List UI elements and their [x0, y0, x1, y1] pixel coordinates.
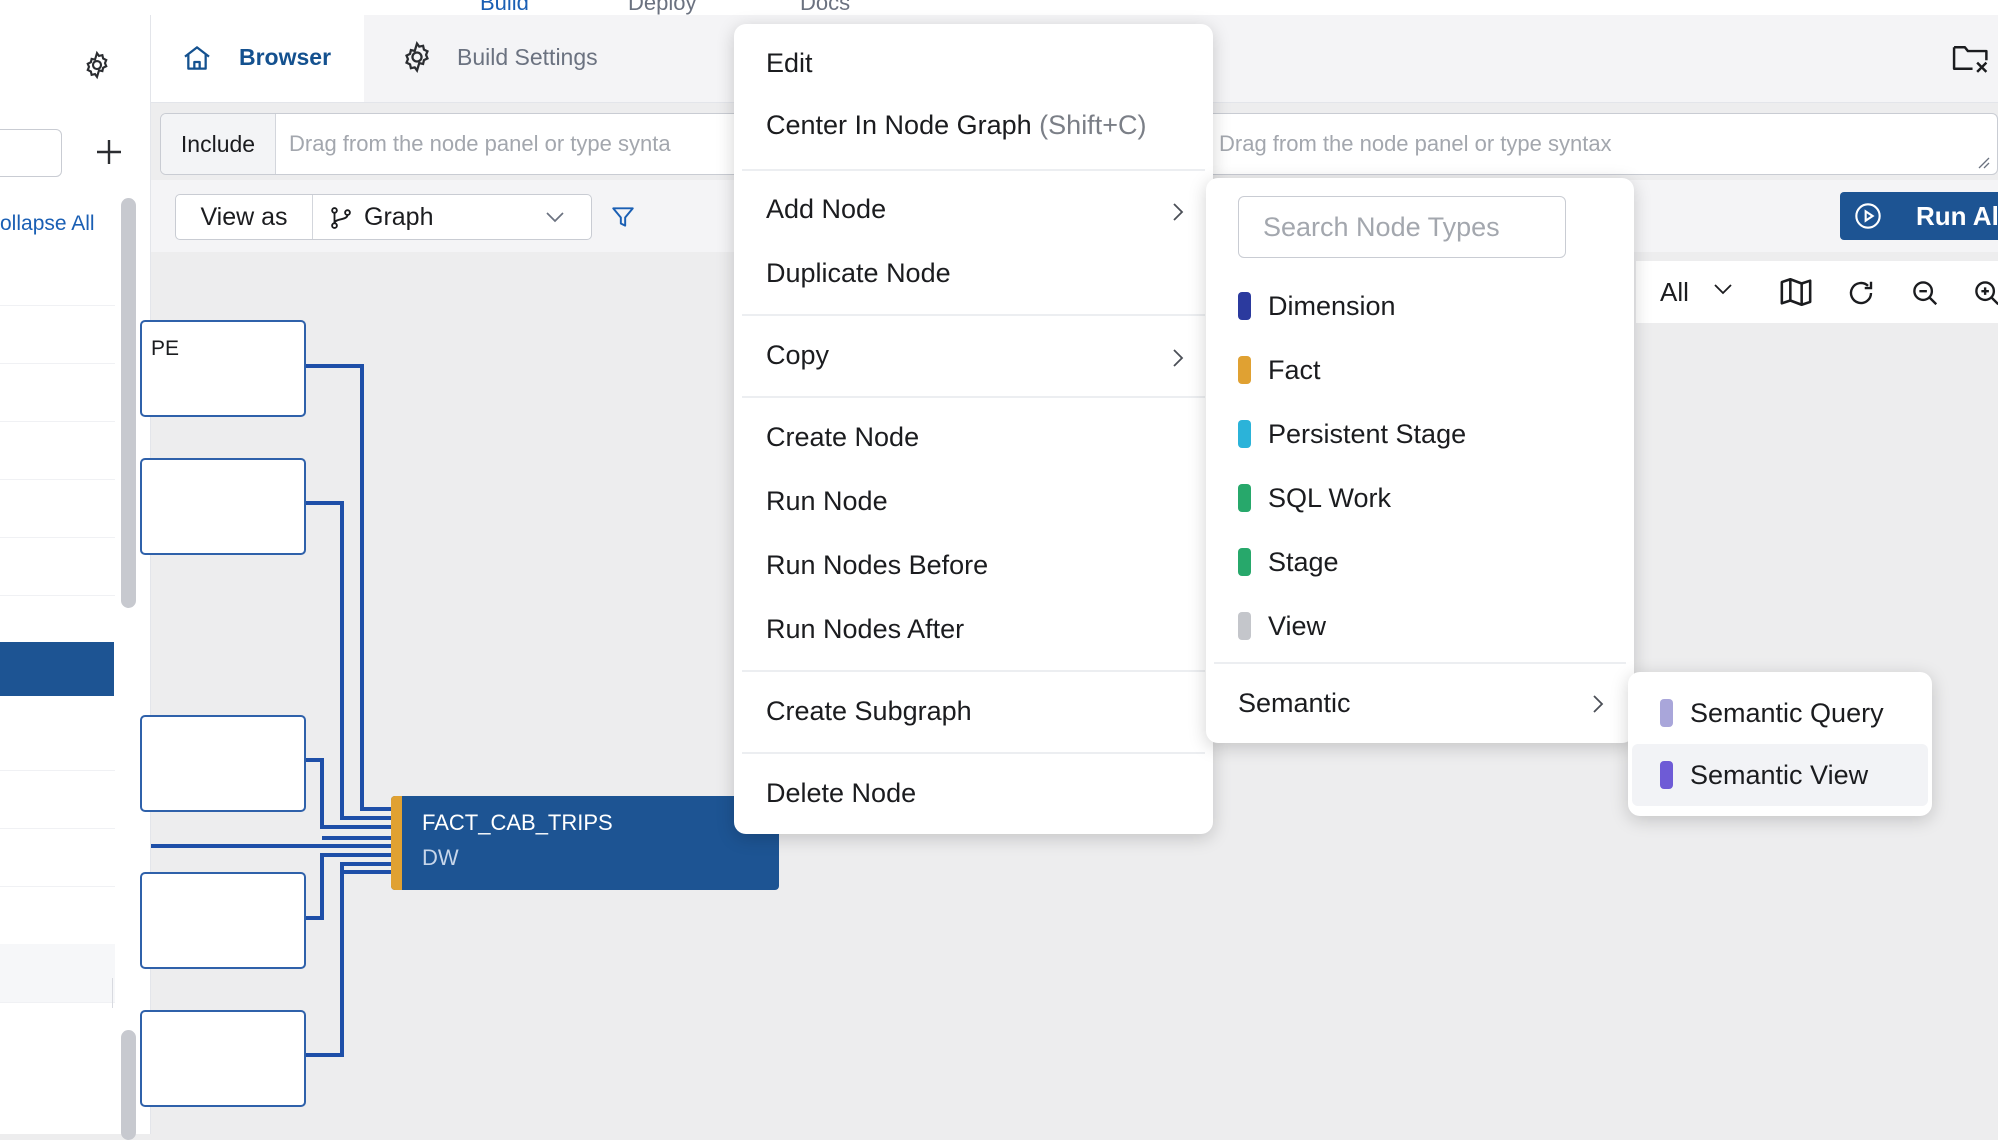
node-type-color-swatch	[1660, 699, 1673, 727]
graph-node-label: PE	[151, 337, 180, 360]
menu-item-add-node[interactable]: Add Node	[766, 194, 886, 225]
graph-node[interactable]	[140, 1010, 306, 1107]
chevron-right-icon	[1173, 349, 1184, 367]
node-type-color-swatch	[1238, 292, 1251, 320]
menu-item-label: Center In Node Graph	[766, 110, 1032, 140]
menu-item-run-node[interactable]: Run Node	[766, 486, 888, 517]
node-type-item-sql-work[interactable]: SQL Work	[1206, 470, 1634, 526]
menu-divider	[742, 169, 1205, 171]
semantic-item-view[interactable]: Semantic View	[1632, 744, 1928, 806]
node-context-menu: Edit Center In Node Graph (Shift+C) Add …	[734, 24, 1213, 834]
node-types-submenu: Search Node Types Dimension Fact Persist…	[1206, 178, 1634, 743]
node-type-item-semantic[interactable]: Semantic	[1206, 674, 1634, 736]
node-type-item-view[interactable]: View	[1206, 598, 1634, 654]
chevron-right-icon	[1593, 695, 1604, 713]
node-type-item-stage[interactable]: Stage	[1206, 534, 1634, 590]
node-type-search-input[interactable]: Search Node Types	[1238, 196, 1566, 258]
menu-divider	[742, 752, 1205, 754]
graph-node[interactable]	[140, 320, 306, 417]
node-type-label: SQL Work	[1268, 483, 1392, 513]
graph-node[interactable]	[140, 458, 306, 555]
node-location: DW	[422, 845, 459, 870]
menu-divider	[742, 670, 1205, 672]
node-type-item-dimension[interactable]: Dimension	[1206, 278, 1634, 334]
node-type-label: Dimension	[1268, 291, 1396, 321]
node-type-label: Persistent Stage	[1268, 419, 1467, 449]
node-type-color-swatch	[1238, 548, 1251, 576]
menu-item-edit[interactable]: Edit	[766, 48, 813, 79]
node-type-color-swatch	[1660, 761, 1673, 789]
menu-item-center-in-graph[interactable]: Center In Node Graph (Shift+C)	[766, 110, 1146, 141]
node-type-label: Stage	[1268, 547, 1339, 577]
node-type-color-swatch	[1238, 612, 1251, 640]
node-type-item-fact[interactable]: Fact	[1206, 342, 1634, 398]
graph-edge	[302, 501, 392, 820]
menu-divider	[742, 314, 1205, 316]
menu-item-duplicate-node[interactable]: Duplicate Node	[766, 258, 951, 289]
node-name: FACT_CAB_TRIPS	[422, 810, 613, 835]
graph-node[interactable]	[140, 872, 306, 969]
menu-item-run-nodes-before[interactable]: Run Nodes Before	[766, 550, 988, 581]
shortcut-hint: (Shift+C)	[1039, 110, 1147, 140]
graph-edge	[302, 364, 392, 811]
graph-node-selected[interactable]: FACT_CAB_TRIPS DW	[391, 796, 779, 890]
node-type-item-persistent-stage[interactable]: Persistent Stage	[1206, 406, 1634, 462]
menu-item-delete-node[interactable]: Delete Node	[766, 778, 916, 809]
semantic-submenu: Semantic Query Semantic View	[1628, 672, 1932, 816]
semantic-label: Semantic	[1238, 688, 1351, 718]
node-type-label: View	[1268, 611, 1327, 641]
search-placeholder: Search Node Types	[1263, 212, 1500, 242]
semantic-item-label: Semantic Query	[1690, 698, 1884, 728]
node-type-color-swatch	[1238, 356, 1251, 384]
semantic-item-label: Semantic View	[1690, 760, 1869, 790]
node-type-color-swatch	[1238, 484, 1251, 512]
menu-item-copy[interactable]: Copy	[766, 340, 829, 371]
node-type-color-swatch	[1238, 420, 1251, 448]
menu-item-create-subgraph[interactable]: Create Subgraph	[766, 696, 972, 727]
semantic-item-query[interactable]: Semantic Query	[1628, 682, 1932, 744]
node-type-color-stripe	[391, 796, 402, 890]
menu-item-run-nodes-after[interactable]: Run Nodes After	[766, 614, 964, 645]
menu-divider	[742, 396, 1205, 398]
menu-divider	[1214, 662, 1626, 664]
menu-item-create-node[interactable]: Create Node	[766, 422, 919, 453]
graph-node[interactable]	[140, 715, 306, 812]
graph-edge	[302, 862, 392, 1057]
node-type-label: Fact	[1268, 355, 1321, 385]
chevron-right-icon	[1173, 203, 1184, 221]
